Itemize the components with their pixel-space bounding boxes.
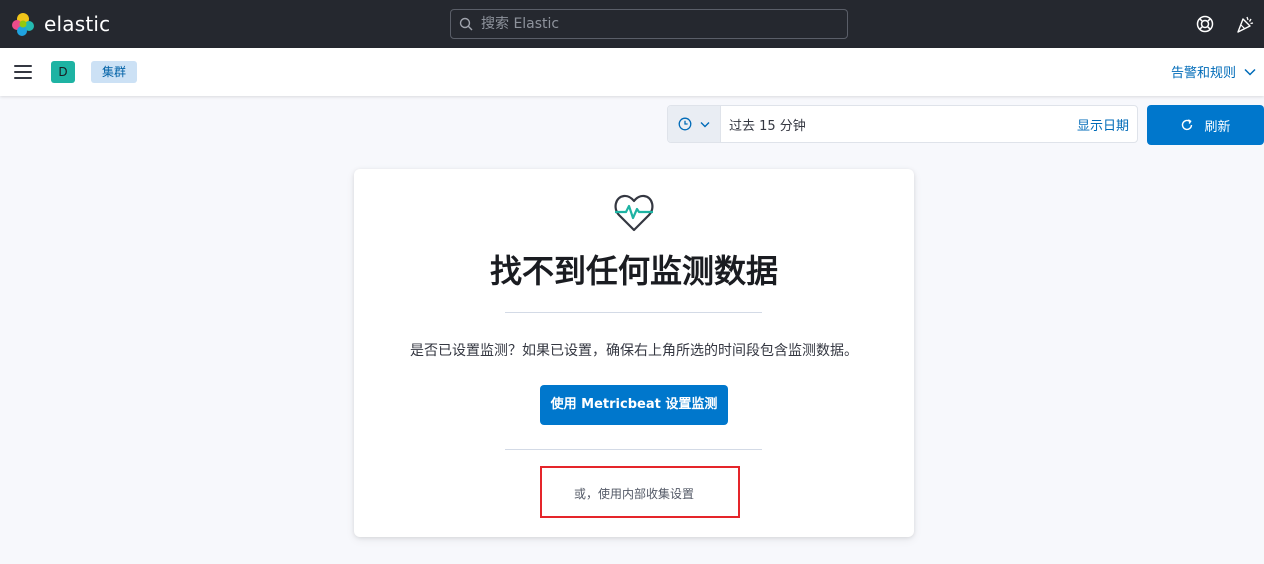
elastic-logo[interactable]: elastic [10, 11, 110, 37]
space-avatar[interactable]: D [51, 61, 75, 83]
show-dates-link[interactable]: 显示日期 [1077, 115, 1129, 134]
elastic-logo-icon [12, 13, 34, 36]
search-icon [459, 17, 473, 31]
breadcrumb-bar: D 集群 告警和规则 [0, 48, 1264, 96]
newsfeed-party-icon[interactable] [1235, 14, 1255, 34]
time-range-label[interactable]: 过去 15 分钟 [729, 115, 1077, 134]
refresh-button[interactable]: 刷新 [1147, 105, 1264, 145]
time-picker: 过去 15 分钟 显示日期 [667, 105, 1138, 143]
chevron-down-icon [700, 121, 710, 127]
setup-metricbeat-button[interactable]: 使用 Metricbeat 设置监测 [540, 385, 728, 425]
breadcrumb-clusters[interactable]: 集群 [91, 61, 138, 83]
top-header: elastic [0, 0, 1264, 48]
chevron-down-icon [1244, 68, 1256, 76]
help-lifebuoy-icon[interactable] [1195, 14, 1215, 34]
alerts-rules-label: 告警和规则 [1170, 66, 1236, 81]
description-text: 是否已设置监测？如果已设置，确保右上角所选的时间段包含监测数据。 [410, 343, 858, 359]
internal-collection-link[interactable]: 或，使用内部收集设置 [354, 485, 914, 503]
search-input[interactable] [479, 15, 823, 33]
page-title: 找不到任何监测数据 [489, 252, 778, 290]
clock-icon [678, 117, 692, 131]
refresh-icon [1182, 119, 1193, 131]
heartbeat-icon [614, 194, 654, 232]
refresh-label: 刷新 [1204, 119, 1231, 135]
brand-name: elastic [44, 12, 111, 36]
global-search[interactable] [450, 9, 848, 39]
quick-select-button[interactable] [668, 106, 721, 142]
divider [505, 312, 762, 313]
no-data-card: 找不到任何监测数据 是否已设置监测？如果已设置，确保右上角所选的时间段包含监测数… [354, 169, 914, 537]
menu-icon[interactable] [14, 65, 32, 79]
alerts-rules-menu[interactable]: 告警和规则 [1171, 62, 1256, 81]
divider [505, 449, 762, 450]
